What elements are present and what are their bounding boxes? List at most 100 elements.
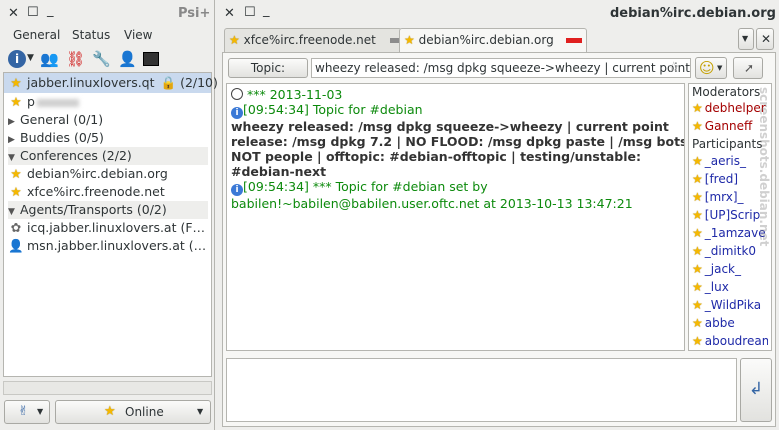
chevron-down-icon: ▼ <box>37 407 44 416</box>
member-nick: abbe <box>704 316 735 330</box>
smiley-icon: ☺ <box>699 59 715 77</box>
tab-xfce[interactable]: ★ xfce%irc.freenode.net <box>224 28 404 53</box>
user-status-icon[interactable]: 👤 <box>118 50 137 68</box>
member-nick: Ganneff <box>704 119 753 133</box>
psi-menu-icon: ✌ <box>18 404 29 419</box>
online-star-icon: ★ <box>10 94 22 109</box>
group-agents[interactable]: ▼ Agents/Transports (0/2) <box>8 201 208 219</box>
clock-icon <box>231 88 243 100</box>
online-star-icon: ★ <box>692 280 703 294</box>
online-star-icon: ★ <box>10 184 22 199</box>
member-row[interactable]: ★ aboudream <box>692 332 768 350</box>
info-dropdown-icon[interactable]: ▼ <box>27 53 34 63</box>
account-name: jabber.linuxlovers.qt <box>27 75 155 90</box>
menu-button[interactable]: ✌ ▼ <box>4 400 50 424</box>
chat-close-icon[interactable]: ✕ <box>224 6 235 21</box>
online-star-icon: ★ <box>692 316 703 330</box>
chat-minimize-icon[interactable]: _ <box>263 3 270 18</box>
group-label: Buddies (0/5) <box>20 130 104 145</box>
conference-name: debian%irc.debian.org <box>27 166 168 181</box>
group-label: Conferences (2/2) <box>20 148 132 163</box>
chat-maximize-icon[interactable]: ☐ <box>244 5 256 20</box>
online-star-icon: ★ <box>692 101 703 115</box>
online-star-icon: ★ <box>692 154 703 168</box>
member-nick: [UP]Scrip <box>704 208 761 222</box>
member-nick: _aeris_ <box>704 154 747 168</box>
online-star-icon: ★ <box>692 262 703 276</box>
online-star-icon: ★ <box>10 75 22 90</box>
msn-user-icon: 👤 <box>8 238 24 253</box>
group-buddies[interactable]: ▶ Buddies (0/5) <box>8 129 104 147</box>
chat-log[interactable]: *** 2013-11-03 i [09:54:34] Topic for #de… <box>226 83 685 351</box>
tab-label: debian%irc.debian.org <box>418 33 554 47</box>
self-nick: p <box>27 94 35 109</box>
topic-line: #debian-next <box>231 164 327 179</box>
conference-item[interactable]: ★ xfce%irc.freenode.net <box>8 183 165 201</box>
icq-flower-icon: ✿ <box>10 220 22 235</box>
member-nick: _dimitk0 <box>704 244 757 258</box>
send-arrow-icon: ↲ <box>749 379 764 399</box>
online-star-icon: ★ <box>692 298 703 312</box>
topic-field[interactable]: wheezy released: /msg dpkg squeeze->whee… <box>311 58 691 78</box>
agent-item[interactable]: ✿ icq.jabber.linuxlovers.at (F… <box>8 219 205 237</box>
topic-line: wheezy released: /msg dpkg squeeze->whee… <box>231 119 669 134</box>
account-row-content: ★ jabber.linuxlovers.qt 🔒 (2/10) <box>8 74 218 92</box>
agent-name: msn.jabber.linuxlovers.at (… <box>27 238 207 253</box>
tab-close-button[interactable]: ✕ <box>756 28 774 50</box>
message-body: babilen!~babilen@babilen.user.oftc.net a… <box>231 196 633 211</box>
moderators-header: Moderators <box>692 85 761 99</box>
add-contact-icon[interactable]: 👥 <box>40 50 59 68</box>
online-star-icon: ★ <box>692 172 703 186</box>
info-icon: i <box>231 184 243 196</box>
message-head: [09:54:34] Topic for #debian <box>243 102 423 117</box>
watermark-text: screenshots.debian.net <box>757 87 771 247</box>
group-general[interactable]: ▶ General (0/1) <box>8 111 103 129</box>
group-label: General (0/1) <box>20 112 104 127</box>
emoticon-button[interactable]: ☺ ▼ <box>695 57 727 79</box>
menu-status[interactable]: Status <box>72 28 110 42</box>
join-groupchat-icon[interactable]: ⛓ <box>66 50 85 68</box>
send-button[interactable]: ↲ <box>740 358 772 422</box>
xml-console-icon[interactable] <box>143 52 159 66</box>
chevron-down-icon: ▼ <box>197 407 204 416</box>
bookmark-star-icon[interactable]: ☆ <box>667 58 680 76</box>
roster-minimize-icon[interactable]: _ <box>47 3 54 18</box>
member-nick: aboudream <box>704 334 768 348</box>
group-conferences[interactable]: ▼ Conferences (2/2) <box>8 147 208 165</box>
info-menu-icon[interactable]: i <box>8 50 26 68</box>
menu-general[interactable]: General <box>13 28 60 42</box>
member-nick: [mrx]_ <box>704 190 744 204</box>
conference-item[interactable]: ★ debian%irc.debian.org <box>8 165 168 183</box>
roster-close-icon[interactable]: ✕ <box>8 6 19 21</box>
system-message: i [09:54:34] *** Topic for #debian set by <box>231 179 680 196</box>
agent-item[interactable]: 👤 msn.jabber.linuxlovers.at (… <box>8 237 206 255</box>
topic-button[interactable]: Topic: <box>228 58 308 78</box>
status-selector[interactable]: ★ Online ▼ <box>55 400 211 424</box>
chevron-down-icon: ▼ <box>742 34 749 43</box>
online-star-icon: ★ <box>692 244 703 258</box>
tab-close-icon[interactable] <box>565 38 582 43</box>
options-wrench-icon[interactable]: 🔧 <box>92 50 111 68</box>
participants-header: Participants <box>692 137 763 151</box>
member-nick: _WildPika <box>704 298 762 312</box>
conference-name: xfce%irc.freenode.net <box>27 184 165 199</box>
online-star-icon: ★ <box>104 404 116 419</box>
blurred-name <box>36 98 79 107</box>
pointer-button[interactable]: ➚ <box>733 57 763 79</box>
topic-text: wheezy released: /msg dpkg squeeze->whee… <box>315 61 690 75</box>
topic-label: Topic: <box>250 61 286 75</box>
online-star-icon: ★ <box>229 33 240 47</box>
online-star-icon: ★ <box>692 190 703 204</box>
roster-maximize-icon[interactable]: ☐ <box>27 5 39 20</box>
agent-name: icq.jabber.linuxlovers.at (F… <box>27 220 206 235</box>
online-star-icon: ★ <box>692 119 703 133</box>
message-input[interactable] <box>226 358 737 422</box>
menu-view[interactable]: View <box>124 28 152 42</box>
roster-window-title: Psi+ <box>178 6 211 21</box>
member-nick: [fred] <box>704 172 739 186</box>
self-contact-row[interactable]: ★ p <box>8 93 79 111</box>
tab-debian[interactable]: ★ debian%irc.debian.org <box>399 28 587 54</box>
tabs-dropdown-button[interactable]: ▼ <box>738 28 754 50</box>
topic-line: NOT people | offtopic: #debian-offtopic … <box>231 149 641 164</box>
splitter[interactable] <box>226 353 772 357</box>
